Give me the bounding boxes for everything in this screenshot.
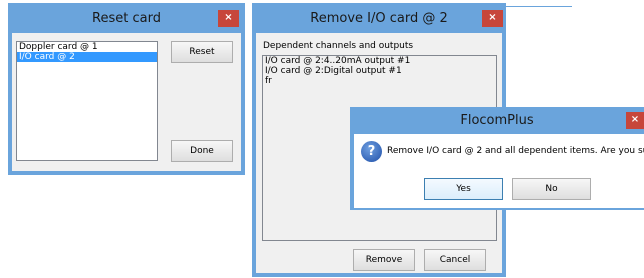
close-icon[interactable]: × bbox=[626, 112, 644, 129]
reset-card-title: Reset card bbox=[9, 4, 244, 33]
reset-card-client: Doppler card @ 1 I/O card @ 2 Reset Done bbox=[12, 33, 241, 171]
background-divider bbox=[506, 6, 572, 7]
dependent-section-label: Dependent channels and outputs bbox=[263, 41, 414, 51]
confirm-message: Remove I/O card @ 2 and all dependent it… bbox=[387, 146, 644, 156]
confirm-client: ? Remove I/O card @ 2 and all dependent … bbox=[354, 134, 644, 208]
no-button[interactable]: No bbox=[512, 178, 591, 200]
list-item[interactable]: Doppler card @ 1 bbox=[17, 42, 157, 52]
remove-button[interactable]: Remove bbox=[353, 249, 415, 271]
reset-card-dialog: Reset card × Doppler card @ 1 I/O card @… bbox=[8, 3, 245, 175]
done-button[interactable]: Done bbox=[171, 140, 233, 162]
close-icon[interactable]: × bbox=[218, 10, 239, 27]
list-item[interactable]: I/O card @ 2:4..20mA output #1 bbox=[263, 56, 496, 66]
cancel-button[interactable]: Cancel bbox=[424, 249, 486, 271]
card-list[interactable]: Doppler card @ 1 I/O card @ 2 bbox=[16, 41, 158, 161]
list-item[interactable]: I/O card @ 2 bbox=[17, 52, 157, 62]
confirm-title: FlocomPlus bbox=[351, 108, 643, 134]
reset-button[interactable]: Reset bbox=[171, 41, 233, 63]
list-item[interactable]: I/O card @ 2:Digital output #1 bbox=[263, 66, 496, 76]
list-item[interactable]: fr bbox=[263, 76, 496, 86]
question-icon: ? bbox=[361, 141, 382, 162]
remove-card-title: Remove I/O card @ 2 bbox=[253, 4, 505, 33]
yes-button[interactable]: Yes bbox=[424, 178, 503, 200]
close-icon[interactable]: × bbox=[482, 10, 503, 27]
confirm-dialog: FlocomPlus × ? Remove I/O card @ 2 and a… bbox=[350, 107, 644, 210]
